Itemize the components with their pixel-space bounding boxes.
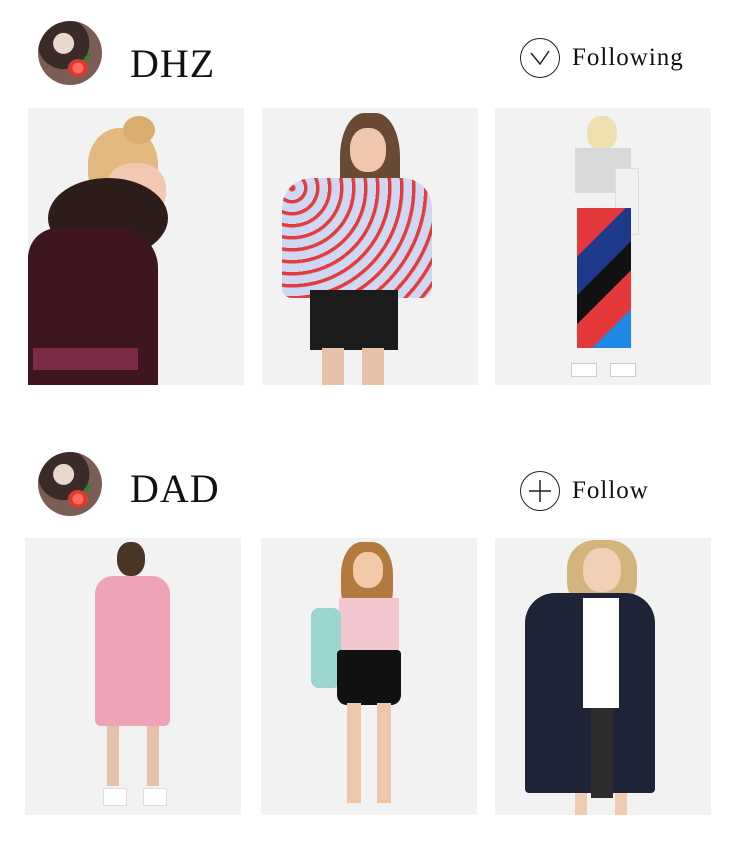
photo-navy-coat[interactable] [495, 538, 711, 815]
following-button[interactable]: Following [520, 38, 684, 78]
user-section-dad: DAD Follow [0, 430, 750, 854]
photo-floral-top-black-skirt[interactable] [261, 538, 477, 815]
username[interactable]: DHZ [130, 40, 215, 87]
follow-label: Following [572, 44, 684, 71]
user-section-dhz: DHZ Following [0, 0, 750, 400]
photo-printed-shirt-leather-skirt[interactable] [262, 108, 478, 385]
photo-knit-sweater-fur-collar[interactable] [28, 108, 244, 385]
plus-icon [520, 471, 560, 511]
avatar[interactable] [38, 452, 102, 516]
follow-label: Follow [572, 477, 649, 504]
photo-pink-dress[interactable] [25, 538, 241, 815]
follow-button[interactable]: Follow [520, 471, 649, 511]
photo-crop-top-patterned-trousers[interactable] [495, 108, 711, 385]
avatar[interactable] [38, 21, 102, 85]
check-icon [520, 38, 560, 78]
username[interactable]: DAD [130, 465, 220, 512]
